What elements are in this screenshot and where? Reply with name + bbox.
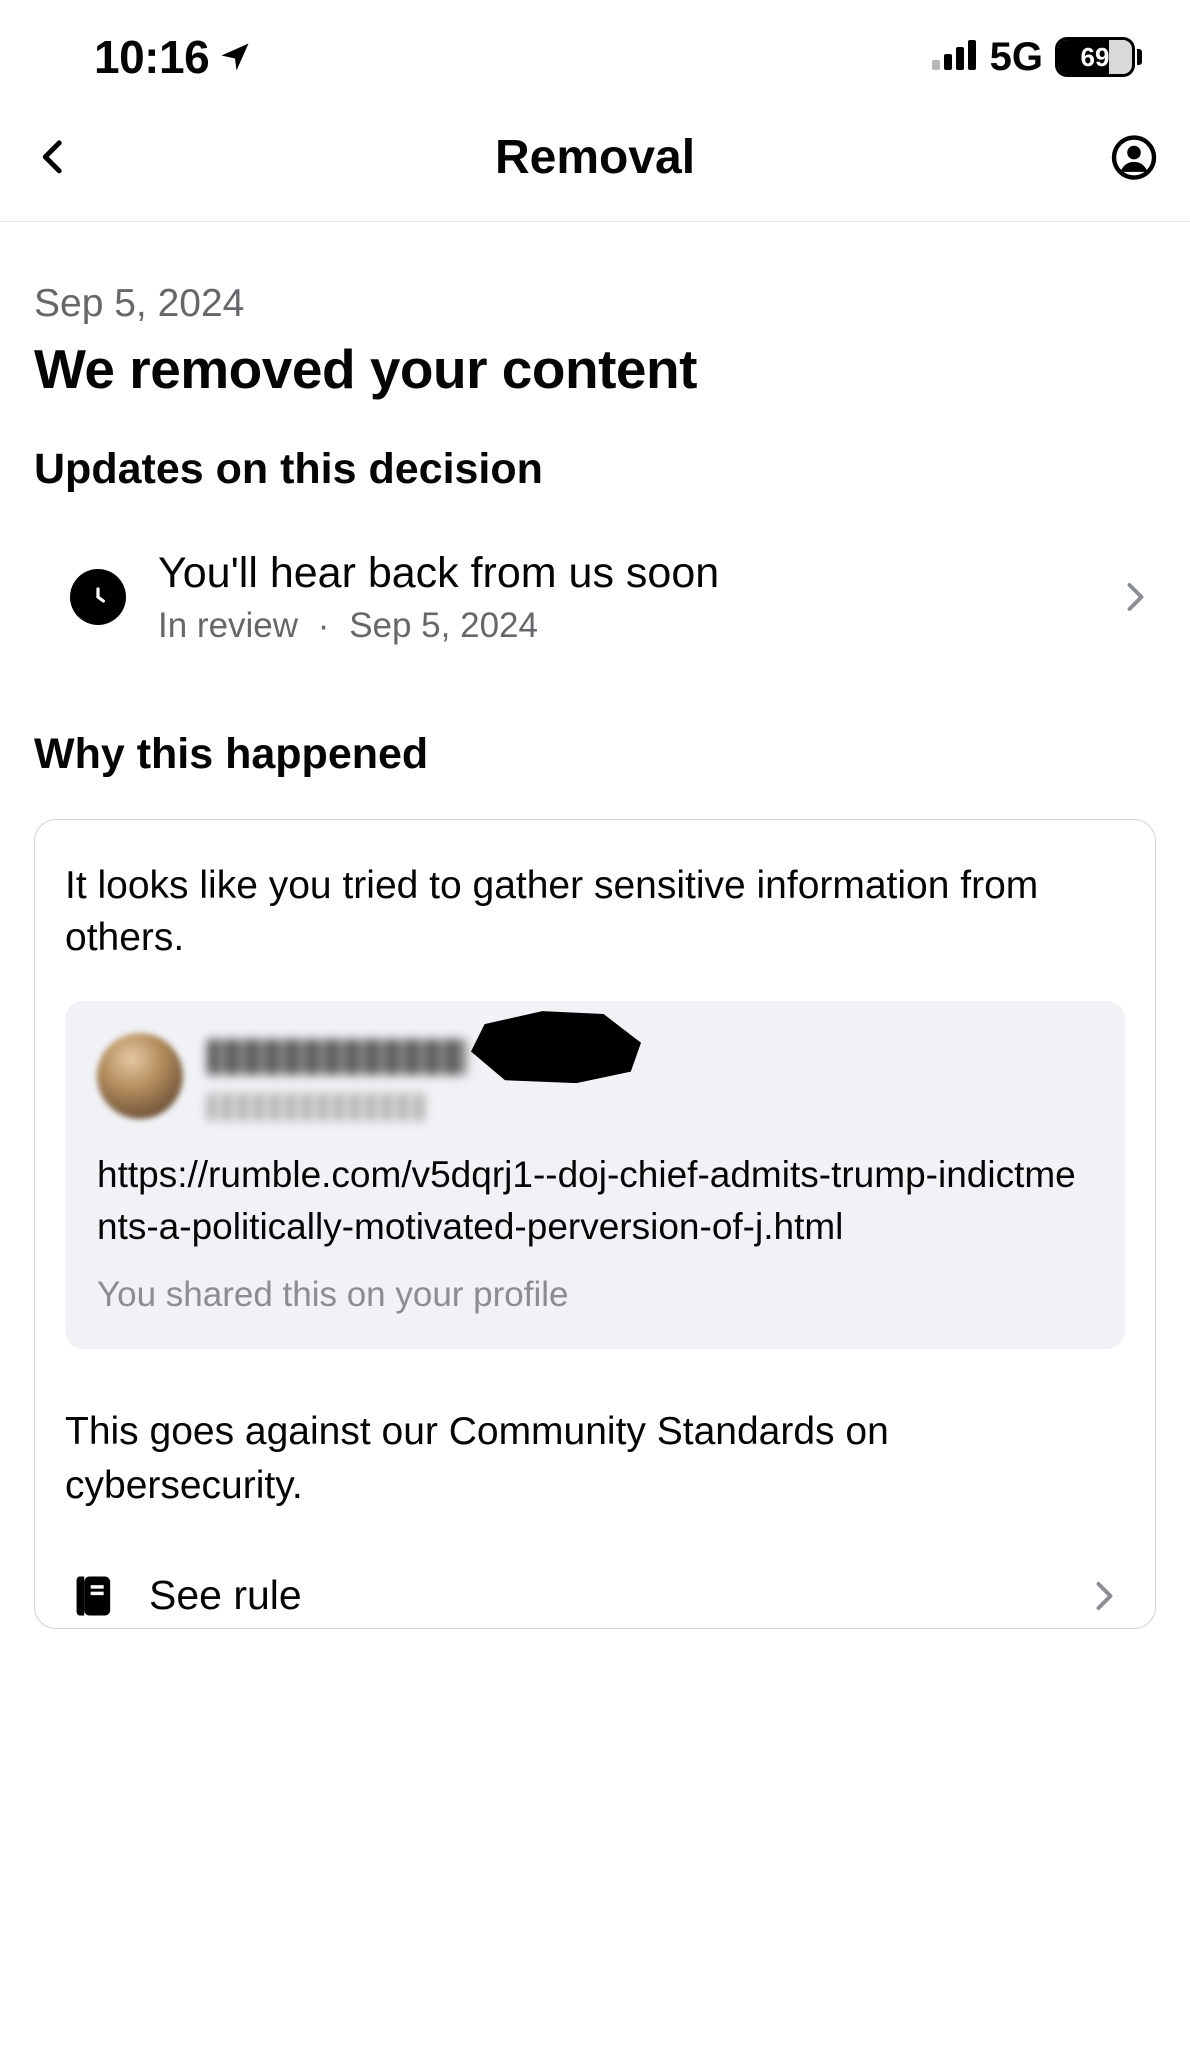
chevron-right-icon <box>1085 1578 1121 1614</box>
profile-button[interactable] <box>1106 129 1162 185</box>
rulebook-icon <box>69 1570 121 1622</box>
avatar <box>97 1033 183 1119</box>
battery-percent: 69 <box>1058 40 1132 74</box>
clock-icon <box>70 569 126 625</box>
reason-lead-text: It looks like you tried to gather sensit… <box>65 860 1125 965</box>
update-subline: In review · Sep 5, 2024 <box>158 606 1084 646</box>
nav-header: Removal <box>0 102 1190 222</box>
see-rule-label: See rule <box>149 1572 1057 1619</box>
status-left: 10:16 <box>94 30 253 84</box>
chevron-left-icon <box>33 135 75 177</box>
chevron-right-icon <box>1116 579 1152 615</box>
status-right: 5G 69 <box>932 35 1142 80</box>
community-standards-text: This goes against our Community Standard… <box>65 1405 1125 1514</box>
post-author-redacted <box>207 1039 467 1075</box>
back-button[interactable] <box>22 124 86 188</box>
why-section: Why this happened It looks like you trie… <box>34 730 1156 1629</box>
update-status: In review <box>158 606 298 645</box>
update-title: You'll hear back from us soon <box>158 548 1084 600</box>
update-row[interactable]: You'll hear back from us soon In review … <box>34 534 1156 660</box>
reason-card: It looks like you tried to gather sensit… <box>34 819 1156 1629</box>
status-bar: 10:16 5G 69 <box>0 0 1190 102</box>
cellular-signal-icon <box>932 40 978 75</box>
removal-headline: We removed your content <box>34 338 1156 401</box>
main-content: Sep 5, 2024 We removed your content Upda… <box>0 222 1190 1629</box>
updates-heading: Updates on this decision <box>34 445 1156 494</box>
location-icon <box>217 39 253 75</box>
removal-date: Sep 5, 2024 <box>34 282 1156 326</box>
page-title: Removal <box>495 130 695 185</box>
post-meta <box>207 1031 641 1121</box>
post-header <box>97 1031 1093 1121</box>
update-text: You'll hear back from us soon In review … <box>158 548 1084 646</box>
post-link-text: https://rumble.com/v5dqrj1--doj-chief-ad… <box>97 1149 1093 1253</box>
status-time: 10:16 <box>94 30 209 84</box>
network-type-label: 5G <box>990 35 1043 80</box>
post-subline-redacted <box>207 1093 427 1121</box>
profile-icon <box>1110 133 1158 181</box>
update-date: Sep 5, 2024 <box>349 606 538 645</box>
battery-indicator: 69 <box>1055 37 1142 77</box>
why-heading: Why this happened <box>34 730 1156 779</box>
see-rule-button[interactable]: See rule <box>65 1570 1125 1628</box>
redaction-blob <box>471 1011 641 1083</box>
post-shared-where: You shared this on your profile <box>97 1275 1093 1315</box>
removed-post-preview: https://rumble.com/v5dqrj1--doj-chief-ad… <box>65 1001 1125 1349</box>
